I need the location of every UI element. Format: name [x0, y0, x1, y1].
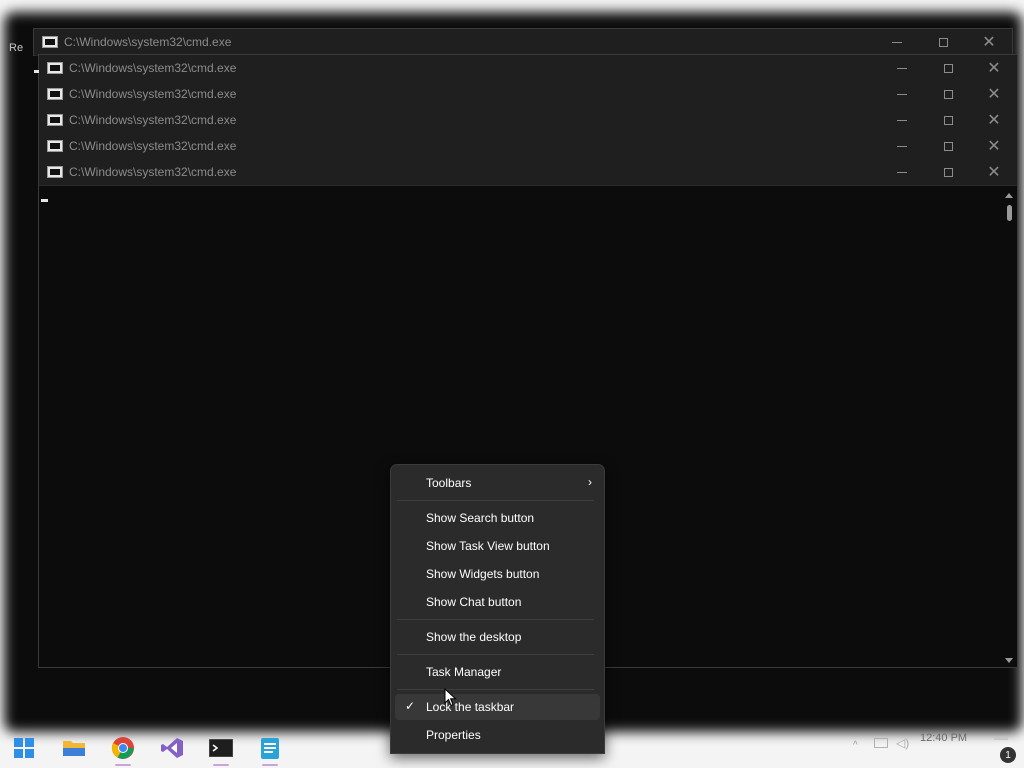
titlebar[interactable]: C:\Windows\system32\cmd.exe ✕	[39, 133, 1017, 160]
menu-item-show-chat[interactable]: Show Chat button	[395, 589, 600, 615]
titlebar[interactable]: C:\Windows\system32\cmd.exe ✕	[39, 55, 1017, 82]
window-title: C:\Windows\system32\cmd.exe	[69, 165, 237, 179]
clock[interactable]: 12:40 PM	[920, 732, 967, 744]
notepad-icon	[261, 738, 279, 759]
cmd-icon	[47, 140, 63, 152]
scroll-down-arrow-icon[interactable]	[1005, 658, 1013, 663]
menu-item-show-widgets[interactable]: Show Widgets button	[395, 561, 600, 587]
start-button[interactable]	[10, 734, 38, 762]
cmd-icon	[47, 114, 63, 126]
window-title: C:\Windows\system32\cmd.exe	[69, 87, 237, 101]
menu-item-label: Task Manager	[426, 665, 502, 679]
mouse-pointer-icon	[444, 688, 457, 707]
menu-item-label: Show Chat button	[426, 595, 522, 609]
notepad-button[interactable]	[256, 734, 284, 766]
menu-item-label: Show Widgets button	[426, 567, 540, 581]
running-indicator	[262, 764, 278, 766]
cmd-icon	[47, 166, 63, 178]
running-indicator	[115, 764, 131, 766]
window-title: C:\Windows\system32\cmd.exe	[69, 139, 237, 153]
close-button[interactable]: ✕	[971, 159, 1017, 185]
scrollbar[interactable]	[1001, 187, 1017, 667]
window-title: C:\Windows\system32\cmd.exe	[64, 35, 232, 49]
menu-separator	[397, 619, 594, 620]
close-button[interactable]: ✕	[966, 29, 1012, 55]
close-button[interactable]: ✕	[971, 133, 1017, 159]
checkmark-icon: ✓	[405, 699, 416, 713]
chevron-up-icon[interactable]: ^	[853, 740, 858, 751]
menu-separator	[397, 654, 594, 655]
titlebar[interactable]: C:\Windows\system32\cmd.exe ✕	[39, 81, 1017, 108]
minimize-button[interactable]	[879, 55, 925, 81]
notification-badge[interactable]: 1	[1000, 747, 1016, 763]
titlebar[interactable]: C:\Windows\system32\cmd.exe ✕	[39, 107, 1017, 134]
minimize-button[interactable]	[874, 29, 920, 55]
chrome-icon	[111, 737, 134, 759]
desktop-label: Re	[9, 42, 24, 54]
minimize-button[interactable]	[879, 81, 925, 107]
text-cursor	[41, 199, 48, 202]
menu-item-toolbars[interactable]: Toolbars ›	[395, 470, 600, 496]
menu-item-show-desktop[interactable]: Show the desktop	[395, 624, 600, 650]
chrome-button[interactable]	[109, 734, 137, 766]
close-button[interactable]: ✕	[971, 107, 1017, 133]
taskbar: ^ ◁) 12:40 PM 1	[0, 728, 1024, 768]
window-title: C:\Windows\system32\cmd.exe	[69, 61, 237, 75]
text-cursor	[34, 70, 39, 73]
taskbar-context-menu: Toolbars › Show Search button Show Task …	[390, 464, 605, 754]
menu-separator	[397, 689, 594, 690]
maximize-button[interactable]	[925, 81, 971, 107]
close-button[interactable]: ✕	[971, 81, 1017, 107]
visual-studio-icon	[161, 738, 183, 758]
maximize-button[interactable]	[925, 107, 971, 133]
cmd-window-1[interactable]: C:\Windows\system32\cmd.exe ✕	[33, 28, 1013, 56]
menu-item-label: Toolbars	[426, 476, 472, 490]
menu-separator	[397, 500, 594, 501]
network-icon[interactable]	[874, 738, 888, 748]
folder-icon	[63, 741, 85, 756]
menu-item-task-manager[interactable]: Task Manager	[395, 659, 600, 685]
maximize-button[interactable]	[920, 29, 966, 55]
volume-icon[interactable]: ◁)	[896, 736, 909, 750]
show-desktop-button[interactable]	[994, 737, 1008, 740]
cmd-icon	[42, 36, 58, 48]
menu-item-label: Show Task View button	[426, 539, 550, 553]
minimize-button[interactable]	[879, 159, 925, 185]
cmd-icon	[47, 88, 63, 100]
maximize-button[interactable]	[925, 159, 971, 185]
cmd-icon	[47, 62, 63, 74]
scroll-thumb[interactable]	[1007, 205, 1012, 221]
menu-item-label: Lock the taskbar	[426, 700, 515, 714]
terminal-icon	[209, 739, 233, 757]
scroll-up-arrow-icon[interactable]	[1005, 193, 1013, 198]
menu-item-show-search[interactable]: Show Search button	[395, 505, 600, 531]
menu-item-lock-taskbar[interactable]: ✓ Lock the taskbar	[395, 694, 600, 720]
maximize-button[interactable]	[925, 55, 971, 81]
terminal-button[interactable]	[207, 734, 235, 766]
chevron-right-icon: ›	[588, 475, 592, 489]
titlebar[interactable]: C:\Windows\system32\cmd.exe ✕	[34, 29, 1012, 56]
titlebar[interactable]: C:\Windows\system32\cmd.exe ✕	[39, 159, 1017, 186]
close-button[interactable]: ✕	[971, 55, 1017, 81]
file-explorer-button[interactable]	[60, 734, 88, 762]
maximize-button[interactable]	[925, 133, 971, 159]
running-indicator	[213, 764, 229, 766]
menu-item-label: Show the desktop	[426, 630, 522, 644]
menu-item-show-task-view[interactable]: Show Task View button	[395, 533, 600, 559]
menu-item-label: Show Search button	[426, 511, 535, 525]
window-title: C:\Windows\system32\cmd.exe	[69, 113, 237, 127]
minimize-button[interactable]	[879, 133, 925, 159]
minimize-button[interactable]	[879, 107, 925, 133]
windows-logo-icon	[14, 738, 34, 758]
visual-studio-button[interactable]	[158, 734, 186, 762]
